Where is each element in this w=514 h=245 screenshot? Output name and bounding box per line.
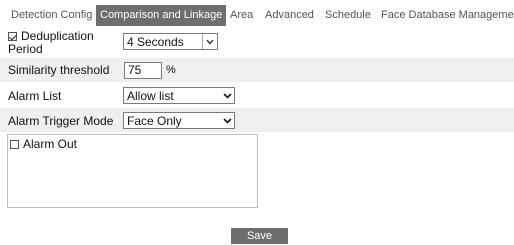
tab-schedule[interactable]: Schedule: [325, 5, 371, 26]
similarity-input[interactable]: 75: [124, 62, 162, 79]
save-button[interactable]: Save: [231, 228, 288, 244]
alarm-list-select[interactable]: Allow list: [123, 87, 235, 104]
dedup-period-value: 4 Seconds: [127, 35, 184, 49]
trigger-mode-row: Alarm Trigger Mode Face Only: [0, 108, 514, 132]
alarm-list-label: Alarm List: [8, 89, 62, 103]
tab-advanced[interactable]: Advanced: [265, 5, 314, 26]
alarm-out-label: Alarm Out: [23, 137, 78, 151]
tab-comparison-and-linkage[interactable]: Comparison and Linkage: [96, 5, 227, 26]
trigger-mode-label: Alarm Trigger Mode: [8, 114, 114, 128]
similarity-label: Similarity threshold: [8, 63, 110, 77]
dedup-checkbox[interactable]: [8, 32, 17, 41]
chevron-down-icon: [220, 113, 234, 128]
alarm-list-row: Alarm List Allow list: [0, 83, 514, 107]
dedup-label-line2: Period: [8, 42, 43, 56]
chevron-down-icon: [202, 34, 217, 49]
tab-area[interactable]: Area: [230, 5, 253, 26]
chevron-down-icon: [220, 88, 234, 103]
alarm-list-value: Allow list: [127, 89, 174, 103]
dedup-label-line1: Deduplication: [21, 29, 94, 43]
dedup-period-select[interactable]: 4 Seconds: [123, 33, 218, 50]
dedup-period-row: Deduplication Period 4 Seconds: [0, 27, 514, 57]
trigger-mode-value: Face Only: [127, 114, 182, 128]
tab-face-database-management[interactable]: Face Database Management: [381, 5, 514, 26]
trigger-mode-select[interactable]: Face Only: [123, 112, 235, 129]
tab-bar: Detection Config Comparison and Linkage …: [0, 5, 514, 26]
alarm-out-item[interactable]: Alarm Out: [10, 137, 77, 151]
alarm-out-checkbox[interactable]: [10, 140, 19, 149]
similarity-row: Similarity threshold 75 %: [0, 58, 514, 82]
dedup-period-label: Deduplication Period: [8, 30, 94, 56]
similarity-unit: %: [166, 64, 176, 76]
alarm-out-list: Alarm Out: [7, 134, 258, 208]
tab-detection-config[interactable]: Detection Config: [11, 5, 92, 26]
